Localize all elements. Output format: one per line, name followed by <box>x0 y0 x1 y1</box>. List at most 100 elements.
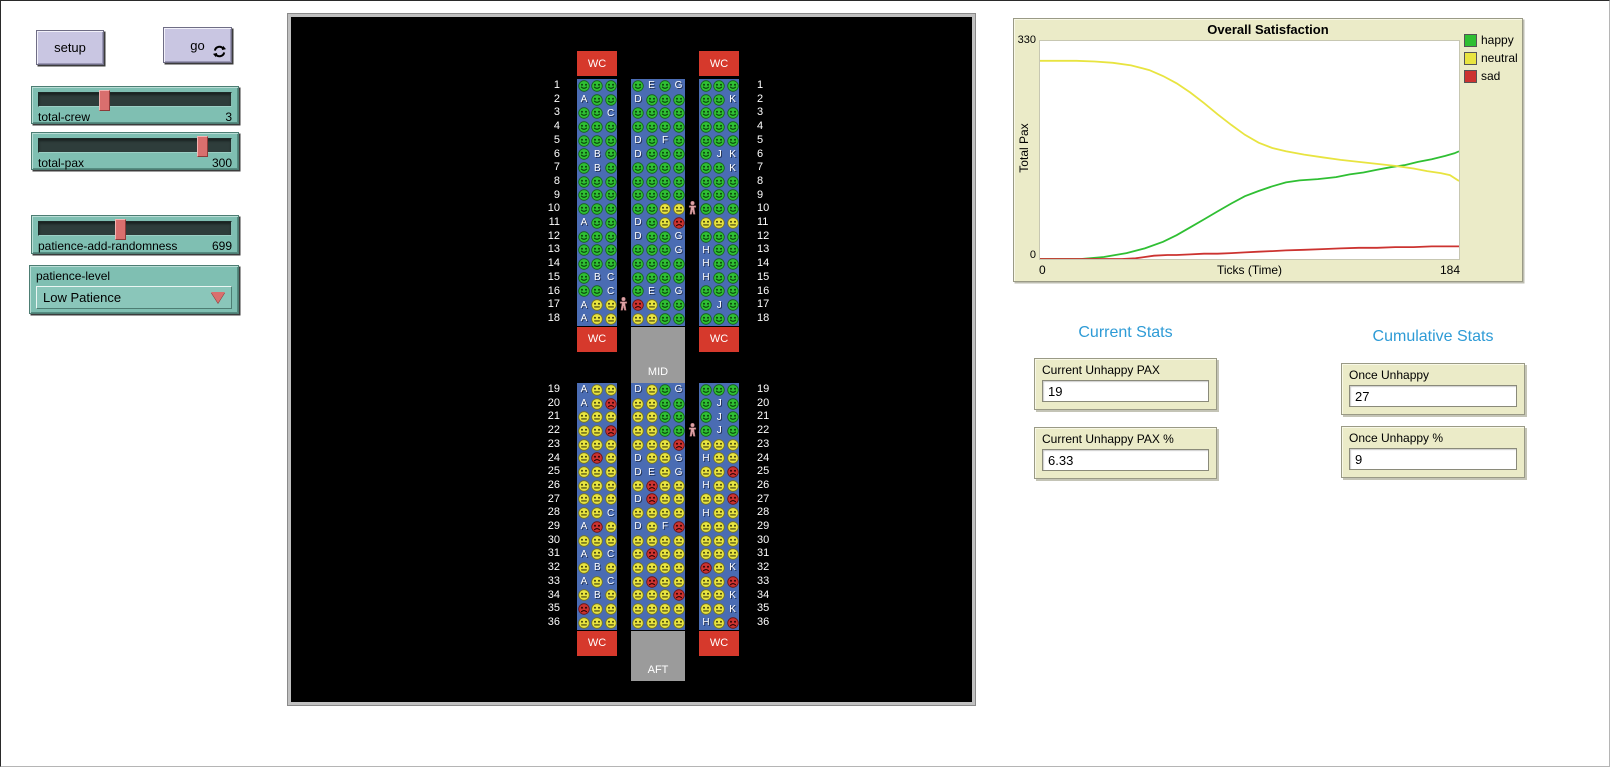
slider-handle[interactable] <box>115 219 126 240</box>
seat <box>645 575 658 589</box>
seat <box>604 243 617 257</box>
row-number-right: 1 <box>757 79 781 93</box>
empty-seat-label: J <box>717 412 722 423</box>
seat <box>578 452 591 466</box>
seat <box>604 298 617 312</box>
seat <box>591 257 604 271</box>
seat <box>604 202 617 216</box>
seat <box>632 561 645 575</box>
seat <box>659 79 672 93</box>
monitor-value: 27 <box>1349 385 1517 407</box>
seat <box>578 148 591 162</box>
total-crew-slider[interactable]: total-crew 3 <box>31 86 239 124</box>
go-button[interactable]: go <box>163 27 232 63</box>
seat: H <box>700 479 713 493</box>
row-number-left: 13 <box>536 243 560 257</box>
empty-seat-label: F <box>662 135 668 146</box>
empty-seat-label: G <box>675 467 683 478</box>
seat <box>632 271 645 285</box>
row-number-left: 11 <box>536 216 560 230</box>
lavatory-mid-right: WC <box>699 327 739 352</box>
slider-track[interactable] <box>38 138 232 153</box>
seat: J <box>713 397 726 411</box>
slider-handle[interactable] <box>197 136 208 157</box>
row-number-left: 25 <box>536 465 560 479</box>
monitor-value: 6.33 <box>1042 449 1209 471</box>
seat <box>726 506 739 520</box>
slider-handle[interactable] <box>99 90 110 111</box>
seat: H <box>700 271 713 285</box>
row-number-right: 6 <box>757 148 781 162</box>
slider-track[interactable] <box>38 92 232 107</box>
empty-seat-label: C <box>607 576 614 587</box>
chooser-dropdown[interactable]: Low Patience <box>36 286 232 309</box>
seat <box>645 312 658 326</box>
seat: D <box>632 230 645 244</box>
seat <box>713 506 726 520</box>
setup-button[interactable]: setup <box>36 30 104 65</box>
seat <box>591 312 604 326</box>
world-view[interactable]: WCWCWCWCMIDWCWCAFT11EG22ADK33C4455DF66BD… <box>291 17 972 702</box>
row-number-right: 36 <box>757 616 781 630</box>
empty-seat-label: A <box>581 549 588 560</box>
row-number-right: 25 <box>757 465 781 479</box>
forever-loop-icon <box>213 45 226 58</box>
seat <box>672 161 685 175</box>
patience-add-randomness-slider[interactable]: patience-add-randomness 699 <box>31 215 239 254</box>
row-number-left: 8 <box>536 175 560 189</box>
seat <box>632 397 645 411</box>
seat <box>659 120 672 134</box>
legend-swatch-neutral <box>1464 52 1477 65</box>
seat <box>713 202 726 216</box>
seat <box>713 243 726 257</box>
seat <box>672 120 685 134</box>
seat: G <box>672 230 685 244</box>
seat <box>604 616 617 630</box>
seat: A <box>578 520 591 534</box>
empty-seat-label: J <box>717 425 722 436</box>
seat <box>645 520 658 534</box>
seat <box>632 161 645 175</box>
seat <box>700 134 713 148</box>
seat <box>604 602 617 616</box>
empty-seat-label: G <box>675 231 683 242</box>
seat <box>700 175 713 189</box>
slider-track[interactable] <box>38 221 232 236</box>
seat <box>645 93 658 107</box>
seat <box>726 397 739 411</box>
row-number-right: 9 <box>757 189 781 203</box>
row-number-right: 31 <box>757 547 781 561</box>
seat: E <box>645 79 658 93</box>
seat <box>645 189 658 203</box>
row-number-right: 29 <box>757 520 781 534</box>
seat <box>713 134 726 148</box>
seat: J <box>713 410 726 424</box>
row-number-right: 8 <box>757 175 781 189</box>
seat: H <box>700 452 713 466</box>
seat <box>672 506 685 520</box>
seat: A <box>578 547 591 561</box>
seat <box>591 479 604 493</box>
seat: K <box>726 161 739 175</box>
seat <box>713 479 726 493</box>
empty-seat-label: A <box>581 521 588 532</box>
seat <box>700 285 713 299</box>
crew-member <box>688 423 697 442</box>
seat <box>659 589 672 603</box>
row-number-right: 28 <box>757 506 781 520</box>
total-pax-slider[interactable]: total-pax 300 <box>31 132 239 170</box>
seat: J <box>713 148 726 162</box>
row-number-left: 33 <box>536 575 560 589</box>
seat <box>645 493 658 507</box>
row-number-left: 23 <box>536 438 560 452</box>
legend-label-sad: sad <box>1481 69 1500 83</box>
seat <box>604 465 617 479</box>
seat <box>604 312 617 326</box>
patience-level-chooser[interactable]: patience-level Low Patience <box>29 265 239 314</box>
seat <box>591 506 604 520</box>
row-number-left: 28 <box>536 506 560 520</box>
lavatory-front-right: WC <box>699 51 739 76</box>
seat <box>713 257 726 271</box>
empty-seat-label: D <box>634 453 641 464</box>
seat: D <box>632 93 645 107</box>
